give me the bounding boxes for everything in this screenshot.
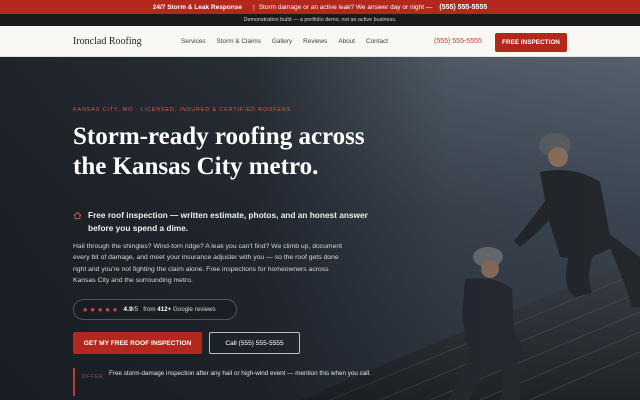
- demo-notice: Demonstration build — a portfolio demo, …: [0, 14, 640, 26]
- star-icon: ★★★★★: [82, 306, 120, 314]
- house-icon: [73, 211, 82, 220]
- emergency-headline: 24/7 Storm & Leak Response: [152, 3, 242, 11]
- hero-body: Hail through the shingles? Wind-torn rid…: [73, 243, 343, 284]
- emergency-divider: |: [252, 3, 255, 11]
- rating-badge: ★★★★★ 4.9 /5 from 412+ Google reviews: [73, 299, 237, 320]
- reviews-suffix: Google reviews: [172, 306, 216, 313]
- nav-link-reviews[interactable]: Reviews: [303, 38, 327, 45]
- nav-link-storm-claims[interactable]: Storm & Claims: [217, 38, 261, 45]
- offer-text: Free storm-damage inspection after any h…: [109, 370, 371, 377]
- nav-link-services[interactable]: Services: [181, 38, 206, 45]
- free-roof-inspection-button[interactable]: GET MY FREE ROOF INSPECTION: [73, 332, 202, 354]
- nav-link-about[interactable]: About: [338, 38, 355, 45]
- hero-headline: Storm-ready roofing across the Kansas Ci…: [73, 123, 365, 180]
- main-nav: Ironclad Roofing Services Storm & Claims…: [0, 26, 640, 57]
- site-logo[interactable]: Ironclad Roofing: [73, 36, 142, 47]
- emergency-message: Storm damage or an active leak? We answe…: [258, 3, 433, 11]
- nav-links: Services Storm & Claims Gallery Reviews …: [181, 38, 399, 45]
- rating-score: 4.9: [123, 306, 133, 313]
- offer-tag: OFFER: [82, 374, 104, 380]
- rating-reviews: from 412+ Google reviews: [143, 306, 215, 313]
- free-inspection-button[interactable]: FREE INSPECTION: [495, 33, 567, 52]
- offer-callout: OFFER Free storm-damage inspection after…: [73, 368, 373, 396]
- hero-eyebrow: Kansas City, MO · Licensed, Insured & Ce…: [73, 107, 292, 113]
- hero-bullet-text: Free roof inspection — written estimate,…: [88, 210, 368, 233]
- emergency-phone-link[interactable]: (555) 555-5555: [439, 4, 487, 11]
- nav-phone-link[interactable]: (555) 555-5555: [434, 38, 482, 45]
- call-button[interactable]: Call (555) 555-5555: [209, 332, 300, 354]
- hero-section: Kansas City, MO · Licensed, Insured & Ce…: [0, 57, 640, 400]
- nav-link-contact[interactable]: Contact: [366, 38, 388, 45]
- rating-score-max: /5: [132, 306, 139, 313]
- emergency-bar: 24/7 Storm & Leak Response | Storm damag…: [0, 0, 640, 14]
- reviews-count: 412+: [157, 306, 172, 313]
- nav-link-gallery[interactable]: Gallery: [272, 38, 292, 45]
- reviews-prefix: from: [143, 306, 156, 313]
